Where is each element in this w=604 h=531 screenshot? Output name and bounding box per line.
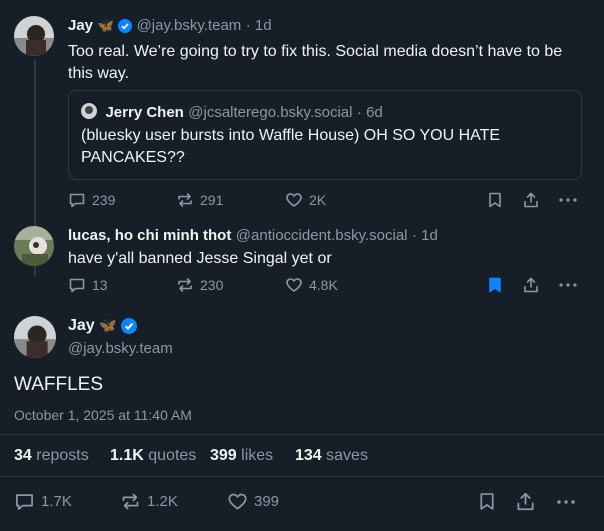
quotes-stat-count: 1.1K xyxy=(110,447,144,464)
repost-count: 1.2K xyxy=(147,493,178,510)
share-button[interactable] xyxy=(522,276,540,294)
main-post-timestamp[interactable]: October 1, 2025 at 11:40 AM xyxy=(14,407,192,423)
reply-count: 239 xyxy=(92,192,116,208)
quote-header: Jerry Chen @jcsalterego.bsky.social · 6d xyxy=(81,103,383,122)
repost-count: 230 xyxy=(200,277,224,293)
share-icon xyxy=(524,192,538,208)
verified-icon xyxy=(121,317,138,334)
repost-button[interactable]: 1.2K xyxy=(120,491,178,512)
main-author-handle[interactable]: @jay.bsky.team xyxy=(68,340,173,357)
ellipsis-icon xyxy=(559,198,577,202)
ellipsis-icon xyxy=(557,499,575,504)
quotes-stat-label: quotes xyxy=(148,447,197,464)
like-button[interactable]: 2K xyxy=(285,191,326,209)
bookmark-button-active[interactable] xyxy=(486,276,504,294)
like-count: 399 xyxy=(254,493,280,510)
bookmark-button[interactable] xyxy=(486,191,504,209)
like-button[interactable]: 4.8K xyxy=(285,276,338,294)
author-name[interactable]: Jay xyxy=(68,317,95,334)
reply-count: 1.7K xyxy=(41,493,72,510)
heart-icon xyxy=(228,493,247,510)
repost-icon xyxy=(178,278,192,292)
more-options-button[interactable] xyxy=(558,191,578,209)
divider xyxy=(0,476,604,477)
reply-button[interactable]: 239 xyxy=(68,191,115,209)
avatar-lucas[interactable] xyxy=(14,226,54,266)
saves-stat-count: 134 xyxy=(295,447,322,464)
more-options-button[interactable] xyxy=(555,491,577,512)
post1-text: Too real. We’re going to try to fix this… xyxy=(68,43,563,82)
quote-card[interactable]: Jerry Chen @jcsalterego.bsky.social · 6d… xyxy=(68,90,582,180)
butterfly-emoji: 🦋 xyxy=(97,18,114,33)
likes-stat-label: likes xyxy=(241,447,274,464)
repost-icon xyxy=(122,493,139,510)
avatar-jay[interactable] xyxy=(14,16,54,56)
repost-count: 291 xyxy=(200,192,224,208)
divider xyxy=(0,434,604,435)
butterfly-emoji: 🦋 xyxy=(99,317,117,333)
likes-stat-count: 399 xyxy=(210,447,237,464)
ellipsis-icon xyxy=(559,283,577,287)
reply-icon xyxy=(69,193,85,208)
reply-icon xyxy=(16,494,33,510)
verified-icon xyxy=(118,18,133,33)
reposts-stat-label: reposts xyxy=(36,447,89,464)
bookmark-icon xyxy=(489,192,501,208)
share-button[interactable] xyxy=(522,191,540,209)
quotes-stat[interactable]: 1.1K quotes xyxy=(110,447,196,465)
like-button[interactable]: 399 xyxy=(227,491,279,512)
like-count: 4.8K xyxy=(309,277,338,293)
reposts-stat[interactable]: 34 reposts xyxy=(14,447,89,465)
quote-text: (bluesky user bursts into Waffle House) … xyxy=(81,127,501,166)
reply-icon xyxy=(69,278,85,293)
share-button[interactable] xyxy=(514,491,536,512)
post2-text: have y'all banned Jesse Singal yet or xyxy=(68,250,332,267)
post-time[interactable]: · 1d xyxy=(412,227,438,244)
heart-icon xyxy=(286,278,302,292)
post1-header: Jay 🦋 @jay.bsky.team · 1d xyxy=(68,17,272,35)
share-icon xyxy=(516,492,534,511)
post-time[interactable]: · 1d xyxy=(246,17,272,34)
quote-time: · 6d xyxy=(356,104,383,121)
share-icon xyxy=(524,277,538,293)
author-name[interactable]: lucas, ho chi minh thot xyxy=(68,227,231,244)
post2-header: lucas, ho chi minh thot @antioccident.bs… xyxy=(68,227,438,245)
quote-author-handle[interactable]: @jcsalterego.bsky.social xyxy=(188,104,352,121)
heart-icon xyxy=(286,193,302,207)
repost-button[interactable]: 230 xyxy=(176,276,223,294)
avatar-jay-main[interactable] xyxy=(14,316,56,358)
quote-author-name[interactable]: Jerry Chen xyxy=(105,104,183,121)
main-author-row: Jay 🦋 xyxy=(68,317,138,335)
author-handle[interactable]: @antioccident.bsky.social xyxy=(236,227,408,244)
more-options-button[interactable] xyxy=(558,276,578,294)
reply-button[interactable]: 1.7K xyxy=(14,491,72,512)
author-handle[interactable]: @jay.bsky.team xyxy=(137,17,242,34)
likes-stat[interactable]: 399 likes xyxy=(210,447,273,465)
bookmark-icon xyxy=(480,493,494,510)
main-post-text: WAFFLES xyxy=(14,374,104,395)
repost-icon xyxy=(178,193,192,207)
saves-stat[interactable]: 134 saves xyxy=(295,447,368,465)
reposts-stat-count: 34 xyxy=(14,447,32,464)
reply-button[interactable]: 13 xyxy=(68,276,108,294)
quote-avatar[interactable] xyxy=(81,103,97,119)
repost-button[interactable]: 291 xyxy=(176,191,223,209)
saves-stat-label: saves xyxy=(326,447,368,464)
like-count: 2K xyxy=(309,192,327,208)
author-name[interactable]: Jay xyxy=(68,17,93,34)
reply-count: 13 xyxy=(92,277,108,293)
bookmark-button[interactable] xyxy=(476,491,498,512)
bookmark-filled-icon xyxy=(489,277,501,293)
